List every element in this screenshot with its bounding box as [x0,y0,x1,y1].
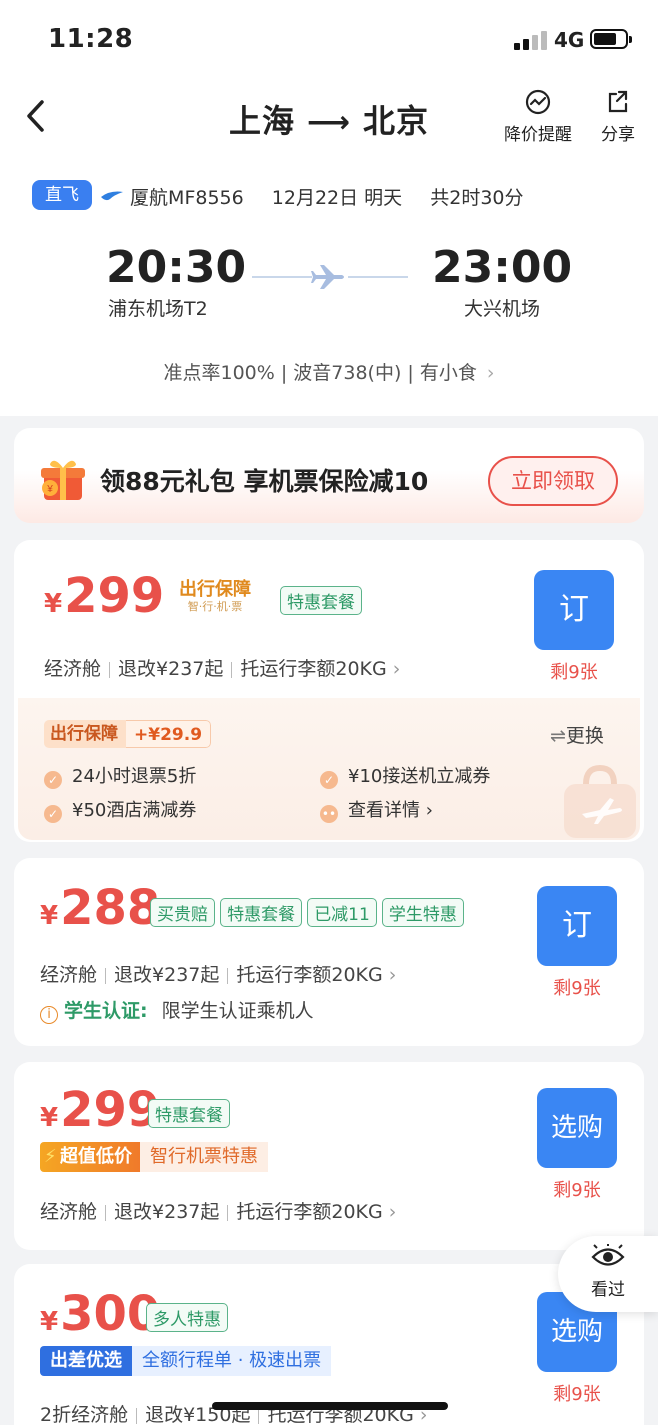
offer-tags: 特惠套餐 [280,586,362,615]
price-alert-label: 降价提醒 [504,125,572,145]
book-button[interactable]: 订 [534,570,614,650]
network-label: 4G [554,28,585,52]
flight-date: 12月22日 明天 [271,187,403,209]
battery-icon [590,29,632,49]
departure-time: 20:30 [106,242,247,293]
chevron-right-icon: › [382,1201,397,1223]
student-text: 限学生认证乘机人 [161,1000,314,1022]
origin-city: 上海 [228,102,295,140]
business-trip-tag: 出差优选 全额行程单 · 极速出票 [40,1346,332,1376]
insurance-details-link[interactable]: •• 查看详情 › [320,796,433,823]
status-time: 11:28 [48,24,134,54]
student-label: 学生认证: [64,1000,148,1022]
signal-icon [514,30,548,50]
destination-city: 北京 [363,102,430,140]
offer-tags: 买贵赔 特惠套餐 已减11 学生特惠 [150,898,464,927]
offer-tag: 特惠套餐 [220,898,303,927]
offer-tag: 买贵赔 [150,898,215,927]
share-button[interactable]: 分享 [596,88,640,145]
claim-button[interactable]: 立即领取 [488,456,618,506]
chevron-right-icon: › [486,362,495,384]
insurance-tag: 出行保障 +¥29.9 [44,720,212,748]
offer-info[interactable]: 经济舱 退改¥237起 托运行李额20KG › [44,654,400,681]
swap-icon: ⇌ [550,725,566,747]
offer-price: ¥300 [40,1286,161,1342]
gift-icon: ¥ [41,460,85,500]
share-icon [608,90,628,113]
remaining-seats: 剩9张 [553,978,601,999]
lightning-icon: ⚡ 超值低价 [40,1142,140,1172]
offer-tag: 多人特惠 [146,1303,228,1332]
viewed-history-button[interactable]: 看过 [558,1236,658,1312]
insurance-benefit: ✓ ¥10接送机立减券 [320,762,490,789]
remaining-seats: 剩9张 [553,1384,601,1405]
info-icon: i [40,1006,58,1024]
luggage-watermark-icon [564,764,636,838]
svg-text:¥: ¥ [46,484,53,495]
student-notice: i 学生认证: 限学生认证乘机人 [40,996,314,1024]
share-label: 分享 [601,125,635,145]
insurance-benefit: ✓ 24小时退票5折 [44,762,196,789]
chevron-right-icon: › [382,964,397,986]
airline-logo-icon [101,191,123,201]
chevron-right-icon: › [386,658,401,680]
eye-icon [591,1243,625,1266]
arrow-right-icon: ⟶ [306,105,351,140]
home-indicator[interactable] [212,1402,448,1410]
price-alert-button[interactable]: 降价提醒 [500,88,576,145]
check-icon: ✓ [44,805,62,823]
book-button[interactable]: 订 [537,886,617,966]
offer-price: ¥299 [44,568,165,624]
check-icon: ✓ [44,771,62,789]
more-icon: •• [320,805,338,823]
promo-text: 领88元礼包 享机票保险减10 [100,467,429,496]
offer-tag: 学生特惠 [381,898,464,927]
chevron-right-icon: › [420,800,433,821]
offer-price: ¥288 [40,880,161,936]
offer-info[interactable]: 经济舱 退改¥237起 托运行李额20KG › [40,960,396,987]
offer-price: ¥299 [40,1082,161,1138]
remaining-seats: 剩9张 [553,1180,601,1201]
offer-tag: 已减11 [307,898,377,927]
viewed-label: 看过 [591,1280,625,1300]
offer-tags: 特惠套餐 [148,1099,230,1128]
price-alert-icon [525,89,551,115]
insurance-price: +¥29.9 [126,720,212,748]
departure-airport: 浦东机场T2 [108,298,208,320]
airline-flight: 厦航MF8556 [130,187,244,209]
check-icon: ✓ [320,771,338,789]
value-price-tag: ⚡ 超值低价 智行机票特惠 [40,1142,268,1172]
offer-info[interactable]: 经济舱 退改¥237起 托运行李额20KG › [40,1197,396,1224]
remaining-seats: 剩9张 [550,662,598,683]
flight-details-link[interactable]: 准点率100% | 波音738(中) | 有小食 › [0,358,658,385]
direct-flight-tag: 直飞 [32,180,92,210]
plane-icon [252,265,408,289]
flight-duration: 共2时30分 [430,187,524,209]
offer-tag: 特惠套餐 [280,586,362,615]
select-button[interactable]: 选购 [537,1088,617,1168]
flight-info-line: 厦航MF8556 12月22日 明天 共2时30分 [100,183,524,210]
flight-details-text: 准点率100% | 波音738(中) | 有小食 [163,362,477,384]
insurance-benefit: ✓ ¥50酒店满减券 [44,796,196,823]
offer-tags: 多人特惠 [146,1303,228,1332]
swap-insurance-button[interactable]: ⇌更换 [550,721,604,748]
arrival-time: 23:00 [432,242,573,293]
offer-tag: 特惠套餐 [148,1099,230,1128]
arrival-airport: 大兴机场 [464,298,541,320]
insurance-tag-label: 出行保障 [44,720,126,748]
travel-guarantee-badge: 出行保障 智·行·机·票 [179,579,251,614]
